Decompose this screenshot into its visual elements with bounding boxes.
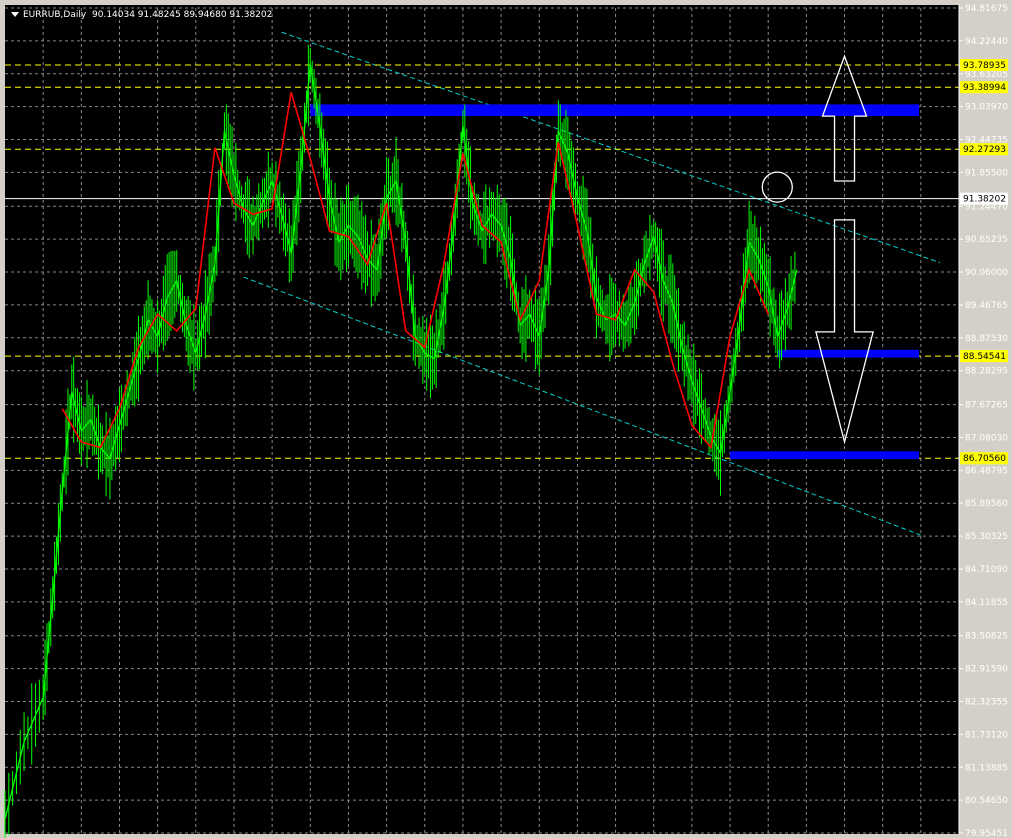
- price-tick-label: 83.50825: [965, 632, 1008, 642]
- price-tick-label: 84.11855: [965, 598, 1008, 608]
- price-tick-label: 80.54650: [965, 796, 1008, 806]
- price-tick-label: 88.28295: [965, 367, 1008, 377]
- price-axis: 94.8167594.2244093.6320593.0397092.44735…: [958, 4, 1008, 838]
- zone-rect: [310, 104, 919, 117]
- level-label-text: 92.27293: [963, 145, 1006, 155]
- current-price-label-text: 91.38202: [963, 195, 1006, 205]
- price-tick-label: 94.81675: [965, 4, 1008, 14]
- price-tick-label: 82.91590: [965, 665, 1008, 675]
- price-tick-label: 81.13885: [965, 763, 1008, 773]
- price-tick-label: 85.30325: [965, 532, 1008, 542]
- price-tick-label: 81.73120: [965, 730, 1008, 740]
- chart-symbol: EURRUB,Daily: [23, 10, 87, 20]
- price-tick-label: 91.85500: [965, 168, 1008, 178]
- price-tick-label: 85.89560: [965, 499, 1008, 509]
- price-tick-label: 89.46765: [965, 301, 1008, 311]
- price-tick-label: 93.63205: [965, 70, 1008, 80]
- price-tick-label: 86.48795: [965, 466, 1008, 476]
- zone-rect: [777, 349, 919, 358]
- chart-window: 94.81675 94.22440 93.63205 93.03970 92.44735…: [0, 0, 1012, 838]
- price-tick-label: 79.95451: [965, 829, 1008, 838]
- level-label-text: 93.38994: [963, 83, 1006, 93]
- price-tick-label: 87.67265: [965, 401, 1008, 411]
- level-label-text: 93.78935: [963, 61, 1006, 71]
- chart-header: EURRUB,Daily 90.14034 91.48245 89.94680 …: [11, 10, 272, 20]
- chart-canvas[interactable]: 94.8167594.2244093.6320593.0397092.44735…: [0, 0, 1012, 838]
- price-tick-label: 87.08030: [965, 433, 1008, 443]
- price-tick-label: 94.22440: [965, 37, 1008, 47]
- price-tick-label: 84.71090: [965, 565, 1008, 575]
- chart-ohlc: 90.14034 91.48245 89.94680 91.38202: [92, 10, 272, 20]
- price-tick-label: 90.06000: [965, 268, 1008, 278]
- plot-area: [5, 5, 959, 834]
- price-tick-label: 88.87530: [965, 334, 1008, 344]
- level-label-text: 86.70560: [963, 454, 1006, 464]
- price-tick-label: 82.32355: [965, 697, 1008, 707]
- zone-rect: [730, 451, 919, 460]
- price-tick-label: 93.03970: [965, 103, 1008, 113]
- level-label-text: 88.54541: [963, 352, 1006, 362]
- price-tick-label: 90.65235: [965, 235, 1008, 245]
